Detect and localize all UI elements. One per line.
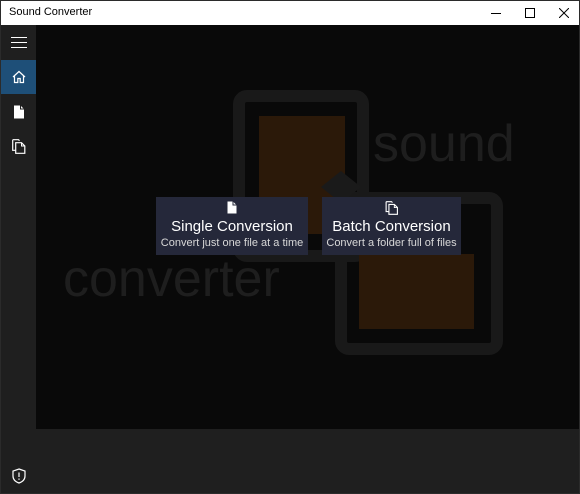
single-conversion-subtitle: Convert just one file at a time: [160, 237, 304, 249]
hamburger-menu-button[interactable]: [1, 25, 36, 59]
batch-conversion-button[interactable]: Batch Conversion Convert a folder full o…: [322, 197, 461, 255]
home-icon: [12, 70, 25, 84]
single-conversion-button[interactable]: Single Conversion Convert just one file …: [156, 197, 308, 255]
app-window: Sound Converter sound converter Single C…: [0, 0, 580, 494]
close-button[interactable]: [547, 1, 580, 25]
nav-item-single-conversion[interactable]: [1, 95, 36, 129]
single-file-icon: [13, 105, 24, 119]
logo-word-converter: converter: [63, 250, 280, 308]
nav-item-batch-conversion[interactable]: [1, 129, 36, 163]
window-title: Sound Converter: [9, 6, 93, 18]
maximize-button[interactable]: [513, 1, 547, 25]
single-conversion-title: Single Conversion: [171, 218, 293, 235]
nav-item-home[interactable]: [1, 60, 36, 94]
shield-icon: [11, 468, 26, 484]
multiple-files-icon: [322, 201, 461, 217]
bottom-bar: [36, 429, 579, 493]
multiple-files-icon: [11, 138, 25, 154]
close-icon: [559, 8, 569, 18]
home-content: sound converter Single Conversion Conver…: [36, 25, 579, 429]
nav-item-privacy[interactable]: [1, 459, 36, 493]
maximize-icon: [525, 8, 535, 18]
minimize-button[interactable]: [479, 1, 513, 25]
batch-conversion-title: Batch Conversion: [332, 218, 451, 235]
navigation-pane: [1, 25, 36, 493]
minimize-icon: [491, 13, 501, 14]
batch-conversion-subtitle: Convert a folder full of files: [326, 237, 457, 249]
single-file-icon: [156, 201, 308, 217]
logo-word-sound: sound: [373, 115, 515, 173]
hamburger-menu-icon: [10, 37, 27, 48]
title-bar[interactable]: Sound Converter: [1, 1, 579, 25]
